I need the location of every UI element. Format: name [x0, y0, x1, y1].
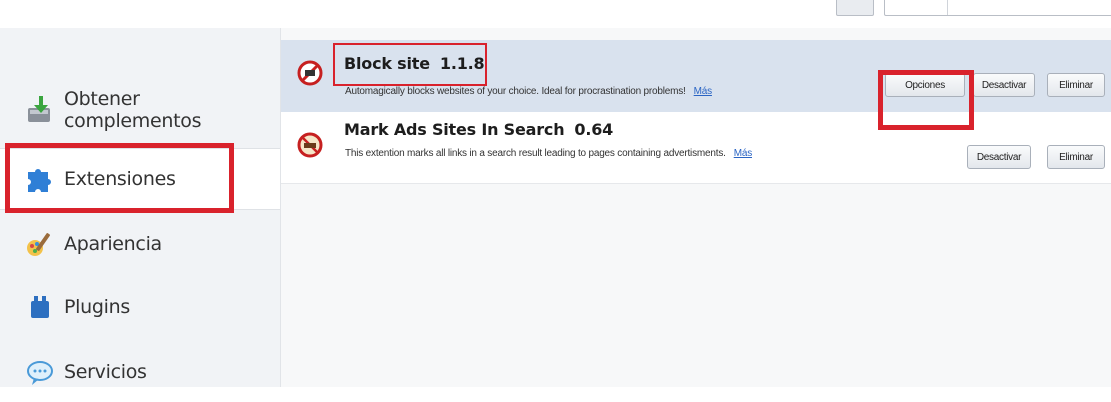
block-site-icon — [297, 60, 323, 86]
sidebar-item-label: Obtener complementos — [64, 88, 202, 132]
highlight-options-button — [878, 70, 974, 130]
addon-description: Automagically blocks websites of your ch… — [345, 86, 712, 97]
paintbrush-icon — [24, 228, 56, 260]
chat-bubble-icon — [24, 356, 56, 388]
sidebar-item-get-addons[interactable]: Obtener complementos — [0, 80, 280, 140]
more-link[interactable]: Más — [734, 148, 753, 159]
no-ads-icon — [297, 132, 323, 158]
more-link[interactable]: Más — [694, 86, 713, 97]
addon-item-mark-ads-sites[interactable]: Mark Ads Sites In Search 0.64 This extent… — [281, 112, 1111, 184]
addon-name: Mark Ads Sites In Search — [344, 120, 565, 139]
plugin-block-icon — [24, 291, 56, 323]
sidebar-item-label: Servicios — [64, 361, 147, 383]
remove-button[interactable]: Eliminar — [1047, 73, 1105, 97]
remove-button[interactable]: Eliminar — [1047, 145, 1105, 169]
disable-button[interactable]: Desactivar — [967, 145, 1031, 169]
addon-search-input[interactable] — [884, 0, 1111, 16]
tools-menu-button[interactable] — [836, 0, 874, 16]
addon-version: 0.64 — [574, 120, 614, 139]
sidebar-item-label: Plugins — [64, 296, 130, 318]
highlight-extensions-item — [5, 143, 234, 213]
addon-description-text: This extention marks all links in a sear… — [345, 148, 726, 159]
sidebar-item-services[interactable]: Servicios — [0, 342, 280, 402]
disable-button[interactable]: Desactivar — [973, 73, 1035, 97]
sidebar-item-label: Apariencia — [64, 233, 162, 255]
sidebar-item-appearance[interactable]: Apariencia — [0, 214, 280, 274]
toolbar-strip — [0, 0, 1111, 28]
addon-description: This extention marks all links in a sear… — [345, 148, 752, 159]
highlight-addon-title — [333, 43, 487, 86]
addon-title: Mark Ads Sites In Search 0.64 — [344, 120, 613, 139]
addon-description-text: Automagically blocks websites of your ch… — [345, 86, 686, 97]
sidebar-item-plugins[interactable]: Plugins — [0, 277, 280, 337]
get-addons-download-icon — [24, 94, 56, 126]
